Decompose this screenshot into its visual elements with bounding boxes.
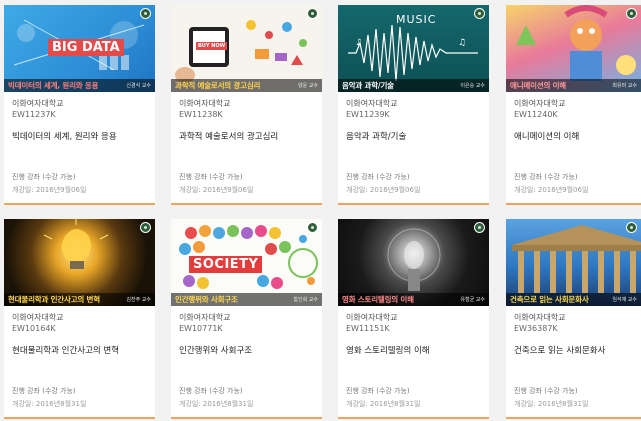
course-title[interactable]: 음악과 과학/기술 <box>346 131 481 143</box>
course-school: 이화여자대학교 <box>514 313 566 322</box>
thumbnail-title: 현대물리학과 인간사고의 변혁 <box>8 295 100 304</box>
thumbnail-caption: 인간행위와 사회구조 함인희 교수 <box>171 293 322 306</box>
course-school: 이화여자대학교 <box>12 99 64 108</box>
course-grid: BIG DATA 빅데이터의 세계, 원리와 응용 신경식 교수 이화여자대학교… <box>0 0 641 421</box>
university-seal-icon <box>474 222 485 233</box>
university-seal-icon <box>474 8 485 19</box>
course-status: 진행 강좌 (수강 가능) <box>514 173 578 181</box>
course-status: 진행 강좌 (수강 가능) <box>346 173 410 181</box>
thumbnail-title: 음악과 과학/기술 <box>342 81 394 90</box>
thumbnail-caption: 현대물리학과 인간사고의 변혁 김찬주 교수 <box>4 293 155 306</box>
thumbnail-title: 건축으로 읽는 사회문화사 <box>510 295 589 304</box>
course-title[interactable]: 과학적 예술로서의 광고심리 <box>179 131 314 143</box>
thumbnail-title: 영화 스토리텔링의 이해 <box>342 295 414 304</box>
course-school: 이화여자대학교 <box>12 313 64 322</box>
course-card[interactable]: 애니메이션의 이해 최유미 교수 이화여자대학교 EW11240K 애니메이션의… <box>506 5 641 205</box>
thumbnail-title: 과학적 예술로서의 광고심리 <box>175 81 261 90</box>
thumbnail-headline: SOCIETY <box>189 256 263 273</box>
course-title[interactable]: 애니메이션의 이해 <box>514 131 633 143</box>
course-code: EW10771K <box>179 324 223 333</box>
course-card[interactable]: BUY NOW 과학적 예술로서의 광고심리 양윤 교수 이화여자대학교 EW1… <box>171 5 322 205</box>
course-start-date: 개강일: 2016년8월31일 <box>346 400 421 408</box>
course-title[interactable]: 현대물리학과 인간사고의 변혁 <box>12 345 147 357</box>
course-code: EW11239K <box>346 110 390 119</box>
course-card[interactable]: ♪ ♫ MUSIC 음악과 과학/기술 이은승 교수 이화여자대학교 EW112… <box>338 5 489 205</box>
course-status: 진행 강좌 (수강 가능) <box>179 173 243 181</box>
course-thumbnail[interactable]: ♪ ♫ MUSIC 음악과 과학/기술 이은승 교수 <box>338 5 489 92</box>
thumbnail-professor: 함인희 교수 <box>293 297 318 303</box>
course-code: EW11151K <box>346 324 390 333</box>
course-title[interactable]: 인간행위와 사회구조 <box>179 345 314 357</box>
thumbnail-professor: 양윤 교수 <box>298 83 318 89</box>
thumbnail-caption: 건축으로 읽는 사회문화사 임석재 교수 <box>506 293 641 306</box>
course-card[interactable]: 현대물리학과 인간사고의 변혁 김찬주 교수 이화여자대학교 EW10164K … <box>4 219 155 419</box>
thumbnail-professor: 유철균 교수 <box>460 297 485 303</box>
course-title[interactable]: 빅데이터의 세계, 원리와 응용 <box>12 131 147 143</box>
course-start-date: 개강일: 2016년8월31일 <box>514 400 589 408</box>
university-seal-icon <box>307 8 318 19</box>
course-school: 이화여자대학교 <box>346 313 398 322</box>
course-start-date: 개강일: 2016년9월06일 <box>179 186 254 194</box>
thumbnail-caption: 과학적 예술로서의 광고심리 양윤 교수 <box>171 79 322 92</box>
course-start-date: 개강일: 2016년9월06일 <box>514 186 589 194</box>
course-thumbnail[interactable]: 애니메이션의 이해 최유미 교수 <box>506 5 641 92</box>
course-thumbnail[interactable]: BIG DATA 빅데이터의 세계, 원리와 응용 신경식 교수 <box>4 5 155 92</box>
course-thumbnail[interactable]: 건축으로 읽는 사회문화사 임석재 교수 <box>506 219 641 306</box>
course-title[interactable]: 영화 스토리텔링의 이해 <box>346 345 481 357</box>
course-school: 이화여자대학교 <box>179 313 231 322</box>
course-school: 이화여자대학교 <box>514 99 566 108</box>
thumbnail-caption: 빅데이터의 세계, 원리와 응용 신경식 교수 <box>4 79 155 92</box>
course-status: 진행 강좌 (수강 가능) <box>514 387 578 395</box>
svg-text:♫: ♫ <box>458 38 466 48</box>
thumbnail-caption: 애니메이션의 이해 최유미 교수 <box>506 79 641 92</box>
course-thumbnail[interactable]: BUY NOW 과학적 예술로서의 광고심리 양윤 교수 <box>171 5 322 92</box>
course-status: 진행 강좌 (수강 가능) <box>346 387 410 395</box>
thumbnail-caption: 영화 스토리텔링의 이해 유철균 교수 <box>338 293 489 306</box>
course-code: EW11237K <box>12 110 56 119</box>
thumbnail-professor: 이은승 교수 <box>460 83 485 89</box>
course-card[interactable]: 건축으로 읽는 사회문화사 임석재 교수 이화여자대학교 EW36387K 건축… <box>506 219 641 419</box>
thumbnail-headline: BIG DATA <box>48 39 124 56</box>
course-thumbnail[interactable]: 영화 스토리텔링의 이해 유철균 교수 <box>338 219 489 306</box>
thumbnail-professor: 김찬주 교수 <box>126 297 151 303</box>
course-status: 진행 강좌 (수강 가능) <box>179 387 243 395</box>
thumbnail-caption: 음악과 과학/기술 이은승 교수 <box>338 79 489 92</box>
thumbnail-title: 빅데이터의 세계, 원리와 응용 <box>8 81 99 90</box>
thumbnail-headline: MUSIC <box>396 13 437 26</box>
thumbnail-professor: 신경식 교수 <box>126 83 151 89</box>
course-code: EW11240K <box>514 110 558 119</box>
university-seal-icon <box>307 222 318 233</box>
course-card[interactable]: BIG DATA 빅데이터의 세계, 원리와 응용 신경식 교수 이화여자대학교… <box>4 5 155 205</box>
course-thumbnail[interactable]: SOCIETY 인간행위와 사회구조 함인희 교수 <box>171 219 322 306</box>
course-code: EW11238K <box>179 110 223 119</box>
course-school: 이화여자대학교 <box>346 99 398 108</box>
course-start-date: 개강일: 2016년9월06일 <box>346 186 421 194</box>
university-seal-icon <box>626 8 637 19</box>
thumbnail-professor: 최유미 교수 <box>612 83 637 89</box>
university-seal-icon <box>626 222 637 233</box>
course-card[interactable]: 영화 스토리텔링의 이해 유철균 교수 이화여자대학교 EW11151K 영화 … <box>338 219 489 419</box>
thumbnail-title: 애니메이션의 이해 <box>510 81 567 90</box>
course-start-date: 개강일: 2016년8월31일 <box>179 400 254 408</box>
thumbnail-professor: 임석재 교수 <box>612 297 637 303</box>
university-seal-icon <box>140 222 151 233</box>
course-school: 이화여자대학교 <box>179 99 231 108</box>
course-status: 진행 강좌 (수강 가능) <box>12 387 76 395</box>
university-seal-icon <box>140 8 151 19</box>
thumbnail-headline: BUY NOW <box>196 42 228 50</box>
course-card[interactable]: SOCIETY 인간행위와 사회구조 함인희 교수 이화여자대학교 EW1077… <box>171 219 322 419</box>
course-start-date: 개강일: 2016년8월31일 <box>12 400 87 408</box>
thumbnail-title: 인간행위와 사회구조 <box>175 295 238 304</box>
course-code: EW10164K <box>12 324 56 333</box>
course-thumbnail[interactable]: 현대물리학과 인간사고의 변혁 김찬주 교수 <box>4 219 155 306</box>
course-code: EW36387K <box>514 324 558 333</box>
course-title[interactable]: 건축으로 읽는 사회문화사 <box>514 345 633 357</box>
course-start-date: 개강일: 2016년9월06일 <box>12 186 87 194</box>
course-status: 진행 강좌 (수강 가능) <box>12 173 76 181</box>
svg-text:♪: ♪ <box>356 38 362 48</box>
